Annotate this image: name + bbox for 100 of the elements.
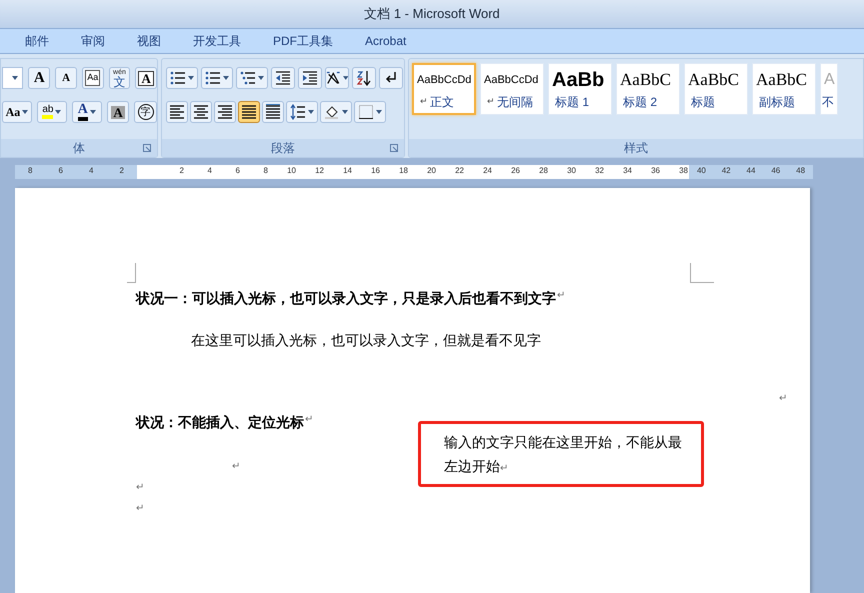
- borders-icon: [358, 104, 374, 120]
- marks-button[interactable]: [379, 67, 403, 89]
- ribbon-tab[interactable]: 开发工具: [191, 32, 243, 50]
- sort-button[interactable]: [352, 67, 376, 89]
- style-gallery-item[interactable]: AaBbCcDd ↵ 无间隔: [480, 63, 544, 115]
- ribbon-tab[interactable]: 邮件: [23, 32, 51, 50]
- ruler-number: 12: [314, 165, 325, 177]
- style-name: 无间隔: [497, 94, 533, 111]
- style-name: 标题: [691, 94, 715, 111]
- style-gallery-item[interactable]: AaBbC 标题: [684, 63, 748, 115]
- align-right-icon: [217, 104, 233, 120]
- ruler-number: 4: [89, 165, 94, 177]
- multilevel-button[interactable]: [236, 67, 268, 89]
- ruler-number: 40: [696, 165, 706, 177]
- caret-icon: [90, 110, 96, 114]
- ruler-number: 42: [722, 165, 731, 177]
- align-center-button[interactable]: [190, 101, 212, 123]
- font-grow-button[interactable]: A: [28, 67, 50, 89]
- paragraph-mark: ↵: [779, 392, 787, 406]
- font-size-field[interactable]: [2, 67, 24, 89]
- dialog-launcher-icon[interactable]: [143, 144, 151, 152]
- font-clear-button[interactable]: Aa: [82, 67, 104, 89]
- caret-icon: [308, 110, 314, 114]
- indent-icon: [302, 70, 318, 86]
- ribbon-tab[interactable]: 视图: [135, 32, 163, 50]
- style-gallery-item[interactable]: AaBb 标题 1: [548, 63, 612, 115]
- font-border-button[interactable]: A: [135, 67, 157, 89]
- style-name: 不: [822, 94, 834, 111]
- margin-corner-mark: [127, 263, 136, 283]
- body-text: 在这里可以插入光标，也可以录入文字，但就是看不见字: [191, 332, 541, 348]
- dialog-launcher-icon[interactable]: [390, 144, 398, 152]
- ribbon-tab[interactable]: 审阅: [79, 32, 107, 50]
- font-shrink-button[interactable]: A: [55, 67, 77, 89]
- ruler-number: 2: [120, 165, 124, 177]
- ruler-number: 46: [771, 165, 780, 177]
- ruler-number: 34: [622, 165, 633, 177]
- indent-button[interactable]: [298, 67, 322, 89]
- ruler-number: 6: [58, 165, 63, 177]
- group-label: 体: [73, 140, 85, 157]
- outdent-icon: [275, 70, 291, 86]
- bullets-button[interactable]: [166, 67, 198, 89]
- style-name: 标题 2: [623, 94, 658, 111]
- ruler-number: 44: [746, 165, 756, 177]
- style-preview: AaBbC: [687, 69, 739, 91]
- align-center-icon: [193, 104, 209, 120]
- ruler-number: 30: [566, 165, 577, 177]
- align-right-button[interactable]: [214, 101, 236, 123]
- ribbon-tab[interactable]: PDF工具集: [271, 32, 335, 50]
- style-preview: AaBb: [551, 68, 604, 93]
- ruler-number: 22: [454, 165, 465, 177]
- group-label: 样式: [624, 140, 648, 157]
- ruler-number: 8: [28, 165, 32, 177]
- style-gallery-item[interactable]: AaBbCcDd ↵ 正文: [412, 63, 476, 115]
- ribbon-tab[interactable]: Acrobat: [363, 32, 408, 50]
- paragraph-mark: ↵: [487, 95, 495, 108]
- bold-heading-text: 状况：不能插入、定位光标: [136, 413, 304, 432]
- align-justify-button[interactable]: [238, 101, 260, 123]
- outdent-button[interactable]: [271, 67, 295, 89]
- style-preview: AaBbCcDd: [416, 73, 472, 88]
- caret-icon: [376, 110, 382, 114]
- align-distributed-button[interactable]: [262, 101, 284, 123]
- style-gallery-item[interactable]: AaBbC 标题 2: [616, 63, 680, 115]
- font-shading-button[interactable]: A: [106, 101, 130, 123]
- font-color-button[interactable]: A: [72, 101, 102, 123]
- bold-heading-text: 状况一：可以插入光标，也可以录入文字，只是录入后也看不到文字: [136, 289, 556, 308]
- ruler-number: 16: [370, 165, 381, 177]
- numbering-button[interactable]: [201, 67, 233, 89]
- paragraph-mark: ↵: [136, 482, 144, 493]
- font-highlight-button[interactable]: ab: [36, 101, 67, 123]
- ruler-number: 20: [426, 165, 437, 177]
- style-name: 副标题: [759, 94, 795, 111]
- paragraph-mark: ↵: [420, 95, 428, 108]
- ruler-number: 10: [286, 165, 297, 177]
- align-justify-icon: [241, 104, 257, 120]
- paragraph-mark: ↵: [305, 413, 313, 427]
- paragraph-mark: ↵: [136, 503, 144, 514]
- ruler-number: 24: [482, 165, 493, 177]
- bullets-icon: [170, 70, 186, 86]
- ruler-number: 8: [262, 165, 269, 177]
- caret-icon: [12, 76, 18, 80]
- caret-icon: [342, 110, 348, 114]
- style-preview: AaBbC: [619, 69, 671, 91]
- align-distributed-icon: [265, 104, 281, 120]
- multilevel-icon: [240, 70, 256, 86]
- font-enclose-button[interactable]: 字: [134, 101, 157, 123]
- window-title: 文档 1 - Microsoft Word: [364, 5, 500, 24]
- style-preview: A: [823, 70, 835, 90]
- ruler-number: 38: [678, 165, 689, 177]
- style-gallery-item[interactable]: A 不: [820, 63, 838, 115]
- ruler-number: 2: [178, 165, 185, 177]
- font-case-button[interactable]: Aa: [2, 101, 32, 123]
- style-name: 标题 1: [555, 94, 590, 111]
- caret-icon: [223, 76, 229, 80]
- style-gallery-item[interactable]: AaBbC 副标题: [752, 63, 816, 115]
- caret-icon: [342, 76, 348, 80]
- callout-text: 输入的文字只能在这里开始，不能从最左边开始↵: [444, 434, 682, 474]
- group-label: 段落: [271, 140, 295, 157]
- ruler-number: 14: [342, 165, 353, 177]
- ruler-number: 32: [594, 165, 605, 177]
- align-left-button[interactable]: [166, 101, 188, 123]
